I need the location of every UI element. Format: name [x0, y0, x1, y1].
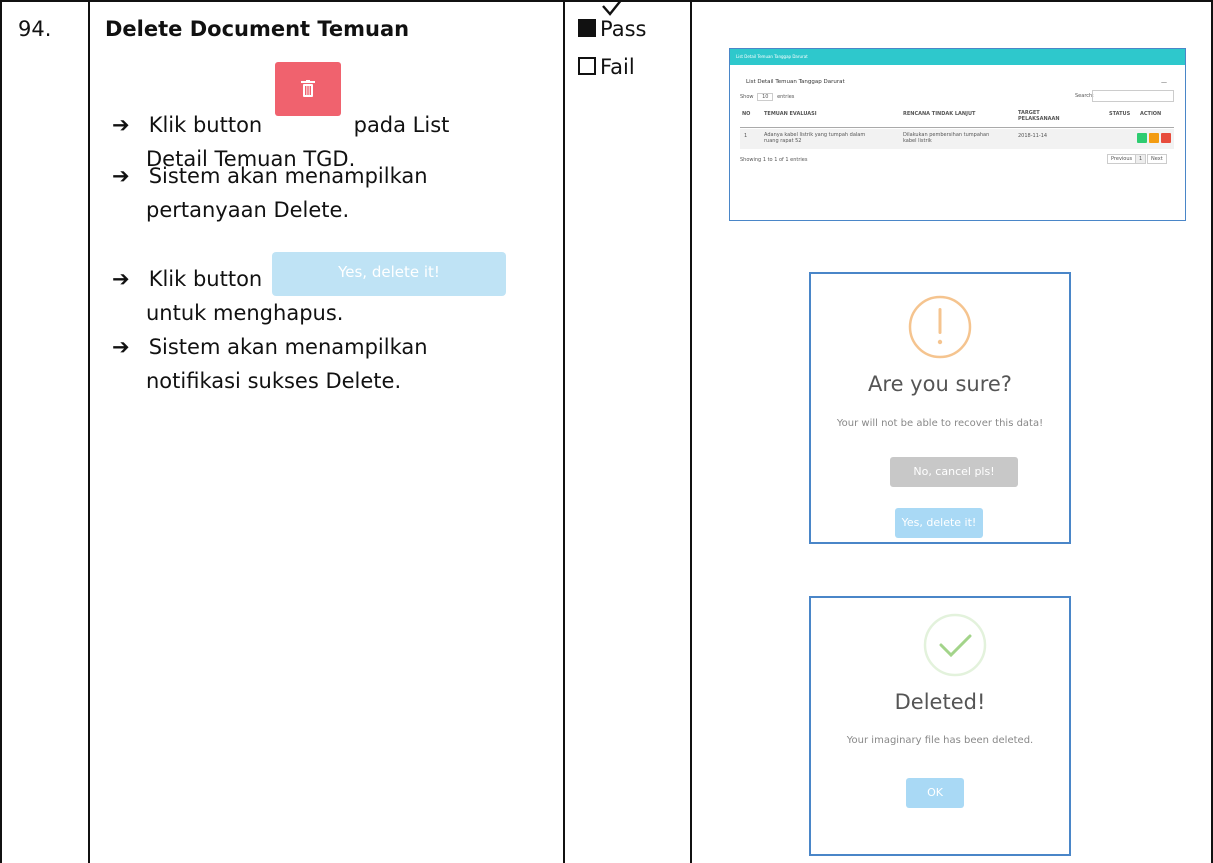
inline-yes-button-image: Yes, delete it!	[272, 252, 506, 296]
checkmark-icon	[602, 0, 623, 16]
list-header: List Detail Temuan Tanggap Darurat	[730, 49, 1185, 65]
arrow-icon: ➔	[112, 113, 130, 137]
cell-target: 2018-11-14	[1018, 133, 1048, 139]
col-action: ACTION	[1140, 111, 1162, 117]
col-temuan: TEMUAN EVALUASI	[764, 111, 817, 117]
success-text: Your imaginary file has been deleted.	[846, 735, 1034, 746]
confirm-dialog: Are you sure? Your will not be able to r…	[809, 272, 1071, 544]
fail-checkbox[interactable]	[578, 57, 596, 75]
table-divider-1	[88, 0, 90, 863]
ok-button[interactable]: OK	[906, 778, 964, 808]
arrow-icon: ➔	[112, 267, 130, 291]
entries-label: entries	[777, 94, 795, 100]
arrow-icon: ➔	[112, 335, 130, 359]
confirm-delete-button[interactable]: Yes, delete it!	[895, 508, 983, 538]
pass-label: Pass	[600, 17, 647, 41]
step-1-text-post: pada List	[353, 113, 450, 137]
arrow-icon: ➔	[112, 164, 130, 188]
success-title: Deleted!	[894, 690, 986, 714]
cell-temuan: Adanya kabel listrik yang tumpah dalam r…	[764, 132, 866, 144]
table-divider-3	[690, 0, 692, 863]
inline-delete-button-image	[274, 62, 341, 116]
step-3-cont: untuk menghapus.	[146, 301, 344, 325]
cell-no: 1	[744, 133, 748, 139]
step-2-cont: pertanyaan Delete.	[146, 198, 350, 222]
step-4-text: Sistem akan menampilkan	[148, 335, 428, 359]
panel-title: List Detail Temuan Tanggap Darurat	[746, 79, 845, 85]
warning-icon	[908, 295, 972, 359]
pagination-page-1[interactable]: 1	[1135, 154, 1147, 164]
search-input[interactable]	[1092, 90, 1174, 102]
cell-rencana: Dilakukan pembersihan tumpahan kabel lis…	[903, 132, 990, 144]
table-border-left	[0, 0, 2, 863]
col-status: STATUS	[1109, 111, 1131, 117]
entries-select[interactable]: 10	[757, 93, 774, 101]
view-button[interactable]	[1137, 133, 1147, 143]
success-check-icon	[923, 613, 987, 677]
pass-option[interactable]: Pass	[578, 17, 646, 41]
table-header-row: NO TEMUAN EVALUASI RENCANA TINDAK LANJUT…	[740, 105, 1174, 128]
step-1-text: Klik button	[148, 113, 263, 137]
step-2-text: Sistem akan menampilkan	[148, 164, 428, 188]
table-info: Showing 1 to 1 of 1 entries	[740, 157, 808, 163]
step-3: ➔ Klik button Yes, delete it! untuk meng…	[112, 252, 552, 330]
trash-icon	[300, 80, 315, 97]
confirm-title: Are you sure?	[868, 372, 1012, 396]
col-rencana: RENCANA TINDAK LANJUT	[903, 111, 976, 117]
table-row: 1 Adanya kabel listrik yang tumpah dalam…	[740, 129, 1174, 149]
list-screenshot: List Detail Temuan Tanggap Darurat List …	[729, 48, 1186, 221]
success-dialog: Deleted! Your imaginary file has been de…	[809, 596, 1071, 856]
pass-checkbox[interactable]	[578, 19, 596, 37]
pagination-next[interactable]: Next	[1147, 154, 1167, 164]
cancel-button[interactable]: No, cancel pls!	[890, 457, 1018, 487]
col-no: NO	[742, 111, 751, 117]
fail-option[interactable]: Fail	[578, 55, 635, 79]
show-label: Show	[740, 94, 754, 100]
pagination-previous[interactable]: Previous	[1107, 154, 1137, 164]
row-title: Delete Document Temuan	[105, 17, 410, 41]
step-3-text: Klik button	[148, 267, 263, 291]
edit-button[interactable]	[1149, 133, 1159, 143]
collapse-icon[interactable]: —	[1161, 79, 1167, 86]
step-2: ➔ Sistem akan menampilkan pertanyaan Del…	[112, 159, 552, 227]
fail-label: Fail	[600, 55, 635, 79]
col-target: TARGET PELAKSANAAN	[1018, 110, 1060, 122]
row-number: 94.	[18, 17, 52, 41]
step-4-cont: notifikasi sukses Delete.	[146, 369, 402, 393]
length-control[interactable]: Show 10 entries	[740, 93, 794, 101]
step-4: ➔ Sistem akan menampilkan notifikasi suk…	[112, 330, 552, 398]
delete-button[interactable]	[1161, 133, 1171, 143]
confirm-text: Your will not be able to recover this da…	[836, 418, 1044, 429]
table-divider-2	[563, 0, 565, 863]
